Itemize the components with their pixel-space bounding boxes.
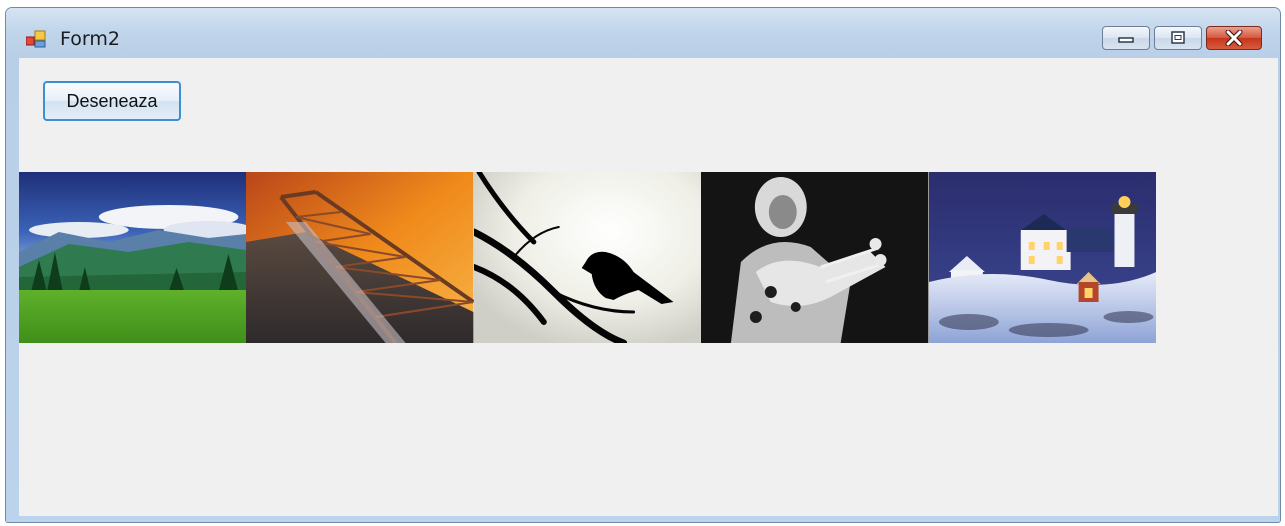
maximize-button[interactable] xyxy=(1154,26,1202,50)
app-icon xyxy=(26,30,46,48)
caption-buttons xyxy=(1102,26,1262,52)
maximize-icon xyxy=(1171,31,1185,44)
bird-silhouette-image xyxy=(473,172,702,343)
mountain-landscape-image xyxy=(19,172,247,343)
client-area: Deseneaza xyxy=(19,58,1278,516)
guitarist-photo-image xyxy=(701,172,929,343)
close-icon xyxy=(1225,30,1243,46)
lighthouse-snow-image xyxy=(928,172,1156,343)
close-button[interactable] xyxy=(1206,26,1262,50)
minimize-icon xyxy=(1118,37,1134,43)
bridge-sunset-image xyxy=(246,172,474,343)
minimize-button[interactable] xyxy=(1102,26,1150,50)
form-window: Form2 Deseneaza xyxy=(6,8,1280,522)
image-strip xyxy=(19,172,1156,343)
title-bar[interactable]: Form2 xyxy=(6,8,1280,58)
draw-button[interactable]: Deseneaza xyxy=(43,81,181,121)
window-title: Form2 xyxy=(60,28,120,50)
